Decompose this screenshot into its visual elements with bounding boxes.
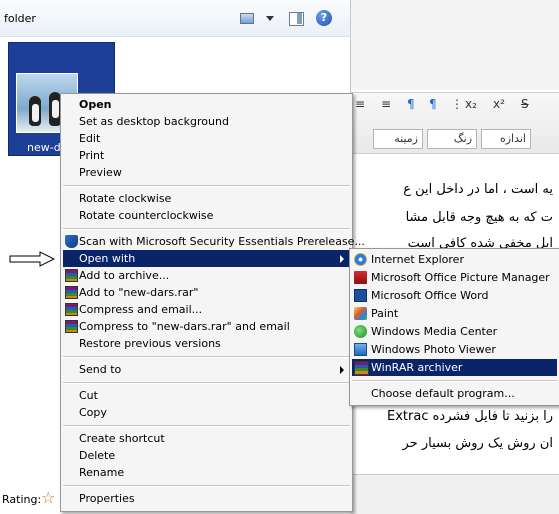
winrar-icon	[65, 269, 78, 282]
menu-item-open[interactable]: Open	[63, 96, 350, 113]
toolbar-separator: ⋮	[451, 97, 463, 111]
chevron-down-icon[interactable]	[265, 10, 275, 26]
menu-separator	[63, 185, 350, 187]
submenu-item-internet-explorer[interactable]: Internet Explorer	[352, 251, 557, 268]
menu-item-rotate-counterclockwise[interactable]: Rotate counterclockwise	[63, 207, 350, 224]
word-icon	[354, 289, 367, 302]
submenu-item-word[interactable]: Microsoft Office Word	[352, 287, 557, 304]
shield-icon	[65, 235, 78, 248]
align-right-icon[interactable]: ≡	[381, 97, 391, 111]
menu-separator	[63, 382, 350, 384]
winrar-icon	[65, 286, 78, 299]
editor-text-line: یه است ، اما در داخل این ع	[403, 182, 553, 197]
editor-text-line: را بزنید تا فایل فشرده Extrac	[387, 409, 553, 424]
context-menu: Open Set as desktop background Edit Prin…	[60, 93, 365, 512]
editor-toolbar: ≡ ≡ ¶ ¶ ⋮ x₂ x² S اندازه رنگ زمینه	[351, 92, 559, 154]
editor-text-line: ان روش یک روش بسیار حر	[402, 436, 553, 451]
menu-item-scan[interactable]: Scan with Microsoft Security Essentials …	[63, 233, 365, 250]
open-with-submenu: Internet Explorer Microsoft Office Pictu…	[349, 248, 559, 406]
menu-item-rename[interactable]: Rename	[63, 464, 350, 481]
ltr-paragraph-icon[interactable]: ¶	[407, 97, 415, 111]
menu-item-copy[interactable]: Copy	[63, 404, 350, 421]
help-icon[interactable]: ?	[316, 10, 332, 26]
menu-item-restore-previous-versions[interactable]: Restore previous versions	[63, 335, 350, 352]
submenu-arrow-icon	[340, 255, 344, 263]
editor-header	[351, 0, 559, 90]
menu-item-preview[interactable]: Preview	[63, 164, 350, 181]
menu-separator	[352, 380, 557, 382]
subscript-icon[interactable]: x₂	[465, 97, 477, 111]
menu-item-rotate-clockwise[interactable]: Rotate clockwise	[63, 190, 350, 207]
views-icon[interactable]	[238, 10, 254, 26]
submenu-item-winrar[interactable]: WinRAR archiver	[352, 359, 557, 376]
internet-explorer-icon	[354, 253, 367, 266]
photo-viewer-icon	[354, 343, 367, 356]
menu-separator	[63, 228, 350, 230]
rtl-paragraph-icon[interactable]: ¶	[429, 97, 437, 111]
star-icon[interactable]: ☆	[41, 488, 55, 507]
menu-separator	[63, 356, 350, 358]
strikethrough-icon[interactable]: S	[521, 97, 529, 111]
folder-label: folder	[4, 12, 36, 25]
winrar-icon	[354, 361, 369, 376]
rating-label: Rating:	[2, 493, 42, 506]
menu-separator	[63, 485, 350, 487]
media-center-icon	[354, 325, 367, 338]
menu-item-cut[interactable]: Cut	[63, 387, 350, 404]
menu-item-properties[interactable]: Properties	[63, 490, 350, 507]
menu-item-send-to[interactable]: Send to	[63, 361, 350, 378]
submenu-item-paint[interactable]: Paint	[352, 305, 557, 322]
menu-separator	[63, 425, 350, 427]
submenu-item-picture-manager[interactable]: Microsoft Office Picture Manager	[352, 269, 557, 286]
menu-item-create-shortcut[interactable]: Create shortcut	[63, 430, 350, 447]
superscript-icon[interactable]: x²	[493, 97, 505, 111]
explorer-toolbar: folder ?	[0, 0, 350, 37]
menu-item-edit[interactable]: Edit	[63, 130, 350, 147]
menu-item-delete[interactable]: Delete	[63, 447, 350, 464]
color-select[interactable]: رنگ	[427, 129, 477, 149]
menu-item-open-with[interactable]: Open with	[63, 250, 350, 267]
menu-item-set-desktop-background[interactable]: Set as desktop background	[63, 113, 350, 130]
submenu-item-choose-default[interactable]: Choose default program...	[352, 385, 557, 402]
picture-manager-icon	[354, 271, 367, 284]
preview-pane-icon[interactable]	[288, 10, 304, 26]
editor-text-line: ت که به هیچ وجه قابل مشا	[405, 210, 553, 225]
background-select[interactable]: زمینه	[373, 129, 423, 149]
submenu-item-media-center[interactable]: Windows Media Center	[352, 323, 557, 340]
menu-item-add-to-archive[interactable]: Add to archive...	[63, 267, 350, 284]
menu-item-compress-rar-email[interactable]: Compress to "new-dars.rar" and email	[63, 318, 350, 335]
menu-item-print[interactable]: Print	[63, 147, 350, 164]
right-arrow-icon	[9, 251, 55, 267]
editor-footer	[351, 474, 559, 514]
winrar-icon	[65, 303, 78, 316]
menu-item-add-to-rar[interactable]: Add to "new-dars.rar"	[63, 284, 350, 301]
submenu-item-photo-viewer[interactable]: Windows Photo Viewer	[352, 341, 557, 358]
penguin-shape	[29, 96, 41, 126]
font-size-select[interactable]: اندازه	[481, 129, 531, 149]
align-justify-icon[interactable]: ≡	[355, 97, 365, 111]
paint-icon	[354, 307, 367, 320]
submenu-arrow-icon	[340, 366, 344, 374]
winrar-icon	[65, 320, 78, 333]
menu-item-compress-email[interactable]: Compress and email...	[63, 301, 350, 318]
